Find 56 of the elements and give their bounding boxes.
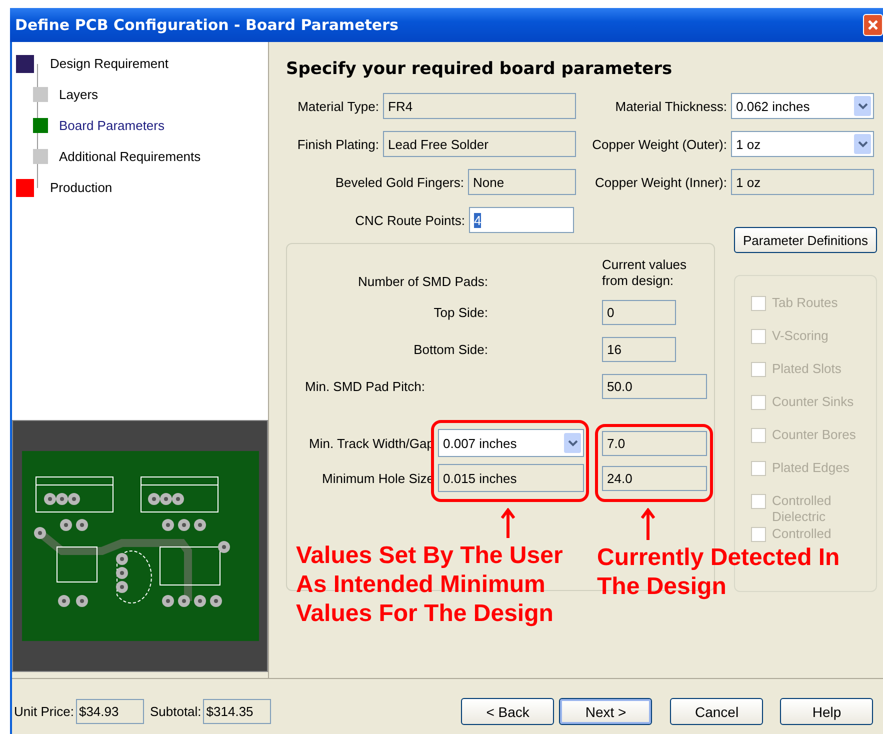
- price-field: $34.93: [76, 699, 144, 724]
- readonly-field: 0: [602, 300, 676, 325]
- column-heading: Current values from design:: [602, 257, 688, 289]
- annotation-text: Values Set By The User As Intended Minimum Values For The Design: [296, 541, 563, 628]
- step-item[interactable]: Design Requirement: [50, 56, 169, 71]
- close-icon[interactable]: [863, 14, 883, 36]
- field-label: CNC Route Points:: [354, 212, 466, 228]
- checkbox-label: V-Scoring: [772, 328, 830, 344]
- checkbox-label: Controlled: [772, 526, 832, 542]
- readonly-field: FR4: [383, 93, 576, 119]
- field-label: Min. Track Width/Gap: [308, 436, 435, 450]
- checkbox-label: Controlled Dielectric: [772, 493, 832, 525]
- step-item[interactable]: Board Parameters: [59, 118, 164, 133]
- annotation-arrow: [501, 508, 515, 538]
- checkbox-label: Tab Routes: [772, 295, 839, 311]
- wizard-button[interactable]: < Back: [461, 698, 554, 725]
- readonly-field: Lead Free Solder: [383, 131, 576, 157]
- readonly-field: 7.0: [602, 430, 707, 456]
- readonly-field: 24.0: [602, 466, 707, 490]
- input-field[interactable]: 4: [469, 207, 574, 233]
- field-label: Material Type:: [296, 98, 380, 114]
- step-item[interactable]: Additional Requirements: [59, 149, 201, 164]
- checkbox-label: Plated Slots: [772, 361, 842, 377]
- field-label: Copper Weight (Outer):: [591, 136, 728, 152]
- field-label: Copper Weight (Inner):: [594, 174, 728, 190]
- field-label: Top Side:: [432, 305, 489, 320]
- readonly-field: 16: [602, 337, 676, 362]
- field-label: Bottom Side:: [412, 342, 489, 357]
- wizard-button[interactable]: Help: [780, 698, 874, 725]
- section-heading: Specify your required board parameters: [286, 59, 674, 79]
- step-item[interactable]: Layers: [59, 87, 98, 102]
- annotation-arrow: [641, 508, 655, 540]
- readonly-field: 0.015 inches: [438, 464, 584, 492]
- price-label: Subtotal:: [150, 704, 202, 719]
- dropdown[interactable]: 0.007 inches: [438, 429, 584, 457]
- dropdown[interactable]: 1 oz: [731, 131, 874, 157]
- price-field: $314.35: [203, 699, 272, 724]
- readonly-field: 1 oz: [731, 169, 874, 195]
- dropdown[interactable]: 0.062 inches: [731, 93, 874, 119]
- parameter-definitions-button[interactable]: Parameter Definitions: [734, 227, 877, 253]
- checkbox-label: Counter Bores: [772, 427, 857, 443]
- step-item[interactable]: Production: [50, 180, 112, 195]
- checkbox-label: Plated Edges: [772, 460, 850, 476]
- field-label: Min. SMD Pad Pitch:: [304, 379, 426, 394]
- field-label: Number of SMD Pads:: [356, 274, 489, 289]
- field-label: Finish Plating:: [296, 136, 380, 152]
- field-label: Material Thickness:: [614, 98, 728, 114]
- field-label: Beveled Gold Fingers:: [334, 174, 465, 190]
- wizard-button[interactable]: Cancel: [670, 698, 764, 725]
- annotation-text: Currently Detected In The Design: [597, 543, 840, 601]
- readonly-field: 50.0: [602, 374, 707, 399]
- window-title: Define PCB Configuration - Board Parameters: [15, 16, 398, 34]
- readonly-field: None: [468, 169, 576, 195]
- price-label: Unit Price:: [14, 704, 74, 719]
- checkbox-label: Counter Sinks: [772, 394, 855, 410]
- wizard-button[interactable]: Next >: [559, 698, 652, 725]
